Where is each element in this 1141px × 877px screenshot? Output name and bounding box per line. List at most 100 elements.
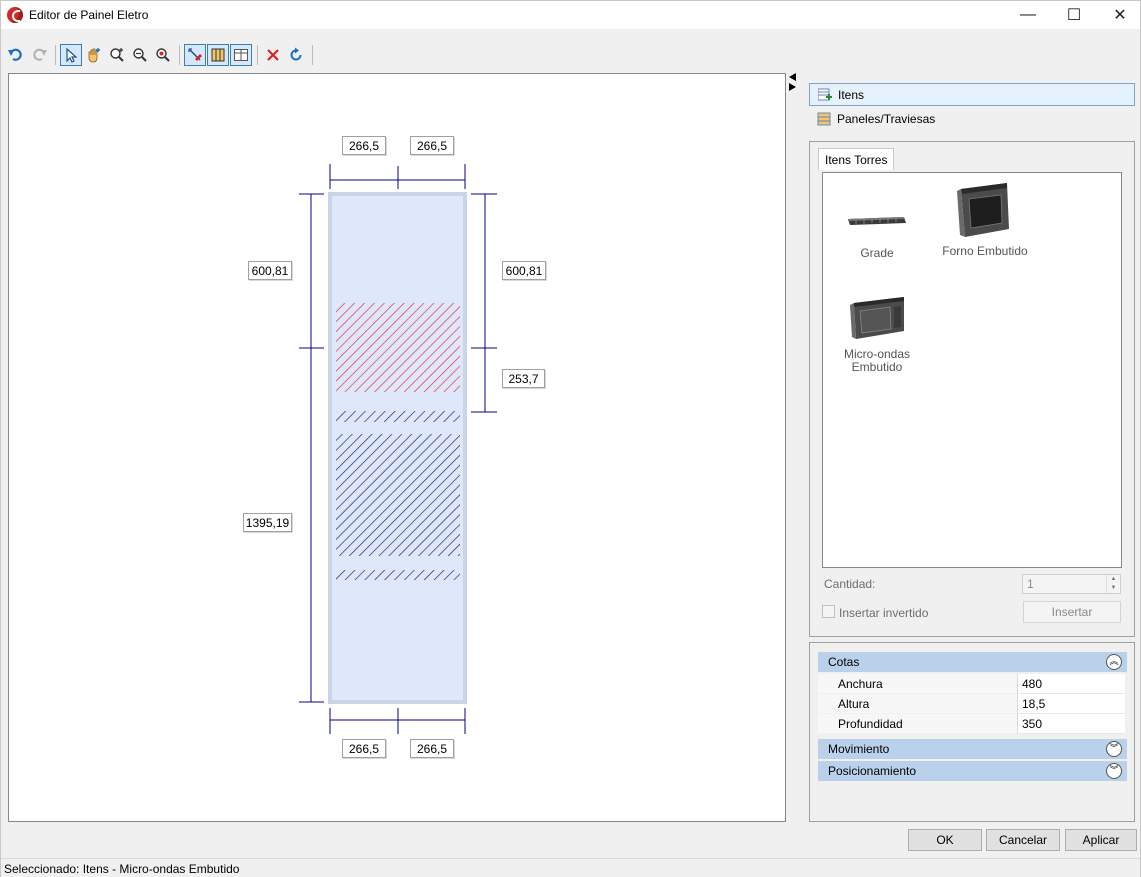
quantity-stepper[interactable]: 1 ▲ ▼	[1022, 574, 1121, 594]
toolbar-separator	[55, 45, 56, 65]
undo-icon	[8, 48, 22, 61]
item-shelf-top	[336, 411, 460, 422]
close-button[interactable]: ✕	[1097, 1, 1141, 29]
nav-itens[interactable]: Itens	[809, 83, 1135, 106]
apply-button[interactable]: Aplicar	[1065, 829, 1137, 851]
zoom-out-icon	[133, 48, 147, 62]
zoom-search-icon	[156, 48, 170, 62]
invert-checkbox[interactable]	[822, 605, 835, 618]
select-button[interactable]	[60, 44, 82, 66]
invert-label: Insertar invertido	[839, 606, 929, 620]
stepper-arrows-icon[interactable]: ▲ ▼	[1106, 575, 1120, 593]
refresh-button[interactable]	[285, 44, 307, 66]
select-icon	[66, 47, 78, 63]
zoom-fit-button[interactable]	[106, 44, 128, 66]
delete-button[interactable]	[262, 44, 284, 66]
prop-value[interactable]: 480	[1017, 674, 1125, 694]
prop-row-anchura[interactable]: Anchura 480	[818, 674, 1125, 694]
posicionamiento-header-label: Posicionamiento	[828, 764, 917, 778]
items-icon	[818, 88, 832, 100]
nav-paneles-label: Paneles/Traviesas	[837, 111, 936, 126]
minimize-button[interactable]: —	[1005, 1, 1051, 29]
splitter-collapse[interactable]	[788, 73, 798, 93]
cotas-header-label: Cotas	[828, 655, 860, 669]
zoom-out-button[interactable]	[129, 44, 151, 66]
toolbar-separator	[179, 45, 180, 65]
items-list[interactable]: Grade Forno Embutido Micro-ondas Embutid…	[822, 172, 1122, 568]
expand-down-icon[interactable]: ︾	[1106, 741, 1122, 757]
pan-icon	[88, 48, 100, 63]
dimension-right-upper: 600,81	[502, 261, 546, 280]
zoom-search-button[interactable]	[152, 44, 174, 66]
collapse-arrows-icon	[789, 73, 796, 91]
catalog-item-label: Grade	[860, 246, 894, 260]
nav-paneles[interactable]: Paneles/Traviesas	[809, 107, 1135, 130]
movimiento-header[interactable]: Movimiento ︾	[818, 739, 1127, 759]
prop-name: Anchura	[818, 674, 1017, 694]
refresh-icon	[290, 47, 302, 61]
items-group: Itens Torres Grade Forno Embutido Micro-…	[809, 141, 1135, 637]
catalog-item-label: Forno Embutido	[942, 244, 1028, 258]
microwave-image	[850, 297, 904, 339]
prop-value[interactable]: 18,5	[1017, 694, 1125, 714]
toolbar	[1, 41, 1140, 69]
zoom-fit-icon	[110, 48, 124, 62]
delete-icon	[267, 49, 279, 61]
prop-row-altura[interactable]: Altura 18,5	[818, 694, 1125, 714]
collapse-up-icon[interactable]: ︽	[1106, 654, 1122, 670]
panel-button[interactable]	[207, 44, 229, 66]
dimension-top-left: 266,5	[342, 136, 386, 155]
app-logo-icon	[7, 7, 23, 23]
panel-icon	[211, 48, 225, 62]
prop-name: Altura	[818, 694, 1017, 714]
edit-pen-button[interactable]	[184, 44, 206, 66]
catalog-item-micro-ondas[interactable]: Micro-ondas Embutido	[827, 293, 927, 374]
selected-item-microwave	[336, 303, 460, 392]
panel-drawing	[299, 164, 497, 734]
editor-window: Editor de Painel Eletro — ☐ ✕ 266,5 266,…	[0, 0, 1141, 877]
undo-button[interactable]	[5, 44, 27, 66]
catalog-item-label: Micro-ondas Embutido	[843, 347, 911, 374]
grid-icon	[234, 49, 248, 61]
grid-button[interactable]	[230, 44, 252, 66]
title-bar: Editor de Painel Eletro — ☐ ✕	[1, 1, 1140, 29]
item-oven	[336, 434, 460, 556]
properties-panel: Cotas ︽ Anchura 480 Altura 18,5 Profundi…	[809, 642, 1135, 822]
dimension-left-upper: 600,81	[248, 261, 292, 280]
cotas-header[interactable]: Cotas ︽	[818, 652, 1127, 672]
dimension-right-lower: 253,7	[502, 369, 545, 388]
redo-icon	[33, 48, 47, 61]
cancel-button[interactable]: Cancelar	[986, 829, 1060, 851]
right-panel: Itens Paneles/Traviesas Itens Torres Gra…	[809, 73, 1135, 637]
insert-button[interactable]: Insertar	[1023, 601, 1121, 623]
status-text: Seleccionado: Itens - Micro-ondas Embuti…	[4, 861, 240, 876]
item-shelf-bottom	[336, 570, 460, 580]
status-bar: Seleccionado: Itens - Micro-ondas Embuti…	[1, 858, 1140, 877]
panels-icon	[817, 112, 831, 125]
drawing-canvas[interactable]: 266,5 266,5 266,5 266,5 600,81 1395,19 6…	[8, 73, 786, 822]
pan-button[interactable]	[83, 44, 105, 66]
prop-value[interactable]: 350	[1017, 714, 1125, 734]
posicionamiento-header[interactable]: Posicionamiento ︾	[818, 761, 1127, 781]
toolbar-separator	[257, 45, 258, 65]
grade-image	[848, 217, 906, 225]
oven-image	[957, 183, 1009, 237]
prop-row-profundidad[interactable]: Profundidad 350	[818, 714, 1125, 734]
window-title: Editor de Painel Eletro	[29, 8, 149, 22]
nav-itens-label: Itens	[838, 87, 865, 102]
redo-button[interactable]	[28, 44, 50, 66]
toolbar-separator	[312, 45, 313, 65]
dimension-left-lower: 1395,19	[243, 513, 292, 532]
catalog-item-forno-embutido[interactable]: Forno Embutido	[935, 181, 1035, 258]
tab-itens-torres[interactable]: Itens Torres	[818, 148, 895, 170]
quantity-label: Cantidad:	[824, 577, 876, 591]
ok-button[interactable]: OK	[908, 829, 982, 851]
catalog-item-grade[interactable]: Grade	[827, 187, 927, 260]
edit-pen-icon	[188, 48, 202, 61]
dimension-bottom-left: 266,5	[342, 739, 386, 758]
expand-down-icon[interactable]: ︾	[1106, 763, 1122, 779]
maximize-button[interactable]: ☐	[1051, 1, 1097, 29]
movimiento-header-label: Movimiento	[828, 742, 890, 756]
dimension-top-right: 266,5	[410, 136, 454, 155]
quantity-value: 1	[1027, 577, 1034, 591]
